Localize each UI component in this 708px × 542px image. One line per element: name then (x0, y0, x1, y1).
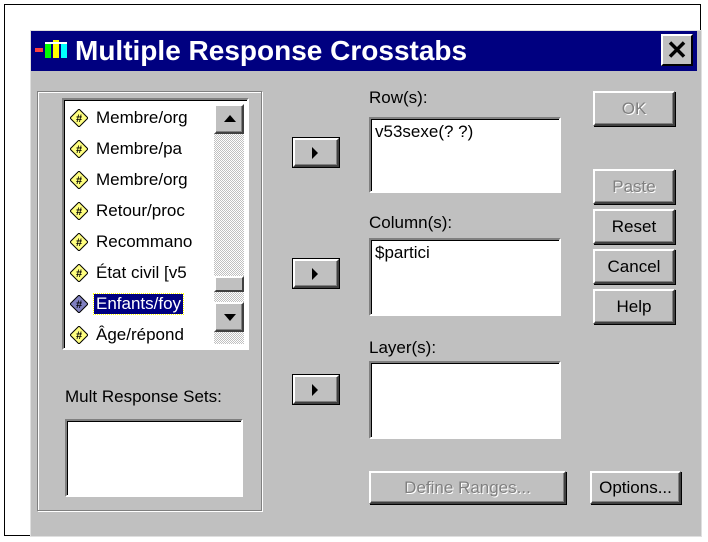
scroll-down-button[interactable] (214, 302, 244, 332)
multi-response-set-icon: # (70, 140, 88, 158)
rows-label: Row(s): (369, 88, 428, 107)
define-ranges-button[interactable]: Define Ranges... (369, 471, 566, 504)
layers-field[interactable] (369, 361, 561, 439)
variable-list-item[interactable]: # Âge/répond (68, 321, 218, 348)
variable-list-item[interactable]: # Enfants/foy (68, 290, 218, 320)
help-button[interactable]: Help (593, 289, 675, 324)
app-icon (35, 40, 67, 58)
close-icon: ✕ (666, 35, 688, 65)
variable-list-item[interactable]: # Membre/pa (68, 135, 218, 165)
variable-list-item[interactable]: # Membre/org (68, 166, 218, 196)
multi-response-set-icon: # (70, 295, 88, 313)
columns-value: $partici (375, 243, 430, 262)
scroll-up-button[interactable] (214, 104, 244, 134)
variable-label: Membre/org (96, 170, 188, 189)
right-arrow-icon (312, 384, 318, 396)
variable-label: Membre/pa (96, 139, 182, 158)
svg-text:#: # (76, 113, 82, 125)
svg-text:#: # (76, 175, 82, 187)
variable-label: Âge/répond (96, 325, 184, 344)
columns-field[interactable]: $partici (369, 238, 561, 316)
dialog-title: Multiple Response Crosstabs (75, 35, 468, 66)
layers-label: Layer(s): (369, 338, 437, 357)
variable-label: Retour/proc (96, 201, 185, 220)
columns-label: Column(s): (369, 213, 453, 232)
close-button[interactable]: ✕ (661, 34, 693, 66)
right-arrow-icon (312, 268, 318, 280)
reset-button[interactable]: Reset (593, 209, 675, 244)
variable-label: Membre/org (96, 108, 188, 127)
svg-text:#: # (76, 299, 82, 311)
multi-response-set-icon: # (70, 233, 88, 251)
variable-list-item[interactable]: # État civil [v5 (68, 259, 218, 289)
variable-list-item[interactable]: # Membre/org (68, 104, 218, 134)
multi-response-set-icon: # (70, 171, 88, 189)
variable-label: État civil [v5 (96, 263, 187, 282)
ok-button[interactable]: OK (593, 91, 675, 126)
multi-response-set-icon: # (70, 202, 88, 220)
variable-label: Enfants/foy (92, 293, 185, 315)
cancel-button[interactable]: Cancel (593, 249, 675, 284)
variable-list[interactable]: # Membre/org # Membre/pa # Membre/org # Retour/… (62, 98, 249, 350)
svg-text:#: # (76, 268, 82, 280)
options-button[interactable]: Options... (590, 471, 681, 504)
move-to-columns-button[interactable] (293, 259, 339, 288)
crosstabs-dialog: Multiple Response Crosstabs ✕ # Membre/or… (30, 30, 702, 537)
svg-text:#: # (76, 237, 82, 249)
right-arrow-icon (312, 147, 318, 159)
scroll-thumb[interactable] (214, 276, 244, 292)
variable-list-item[interactable]: # Recommano (68, 228, 218, 258)
variable-list-item[interactable]: # Retour/proc (68, 197, 218, 227)
mult-response-sets-list[interactable] (65, 419, 243, 497)
move-to-rows-button[interactable] (293, 138, 339, 167)
svg-text:#: # (76, 330, 82, 342)
multi-response-set-icon: # (70, 109, 88, 127)
variable-label: Recommano (96, 232, 193, 251)
rows-value: v53sexe(? ?) (375, 122, 474, 141)
move-to-layers-button[interactable] (293, 375, 339, 404)
multi-response-set-icon: # (70, 264, 88, 282)
rows-field[interactable]: v53sexe(? ?) (369, 117, 561, 193)
svg-text:#: # (76, 206, 82, 218)
paste-button[interactable]: Paste (593, 169, 675, 204)
mult-response-sets-label: Mult Response Sets: (65, 387, 222, 406)
svg-text:#: # (76, 144, 82, 156)
variable-list-scrollbar[interactable] (214, 104, 244, 344)
title-bar[interactable]: Multiple Response Crosstabs ✕ (31, 31, 697, 71)
multi-response-set-icon: # (70, 326, 88, 344)
